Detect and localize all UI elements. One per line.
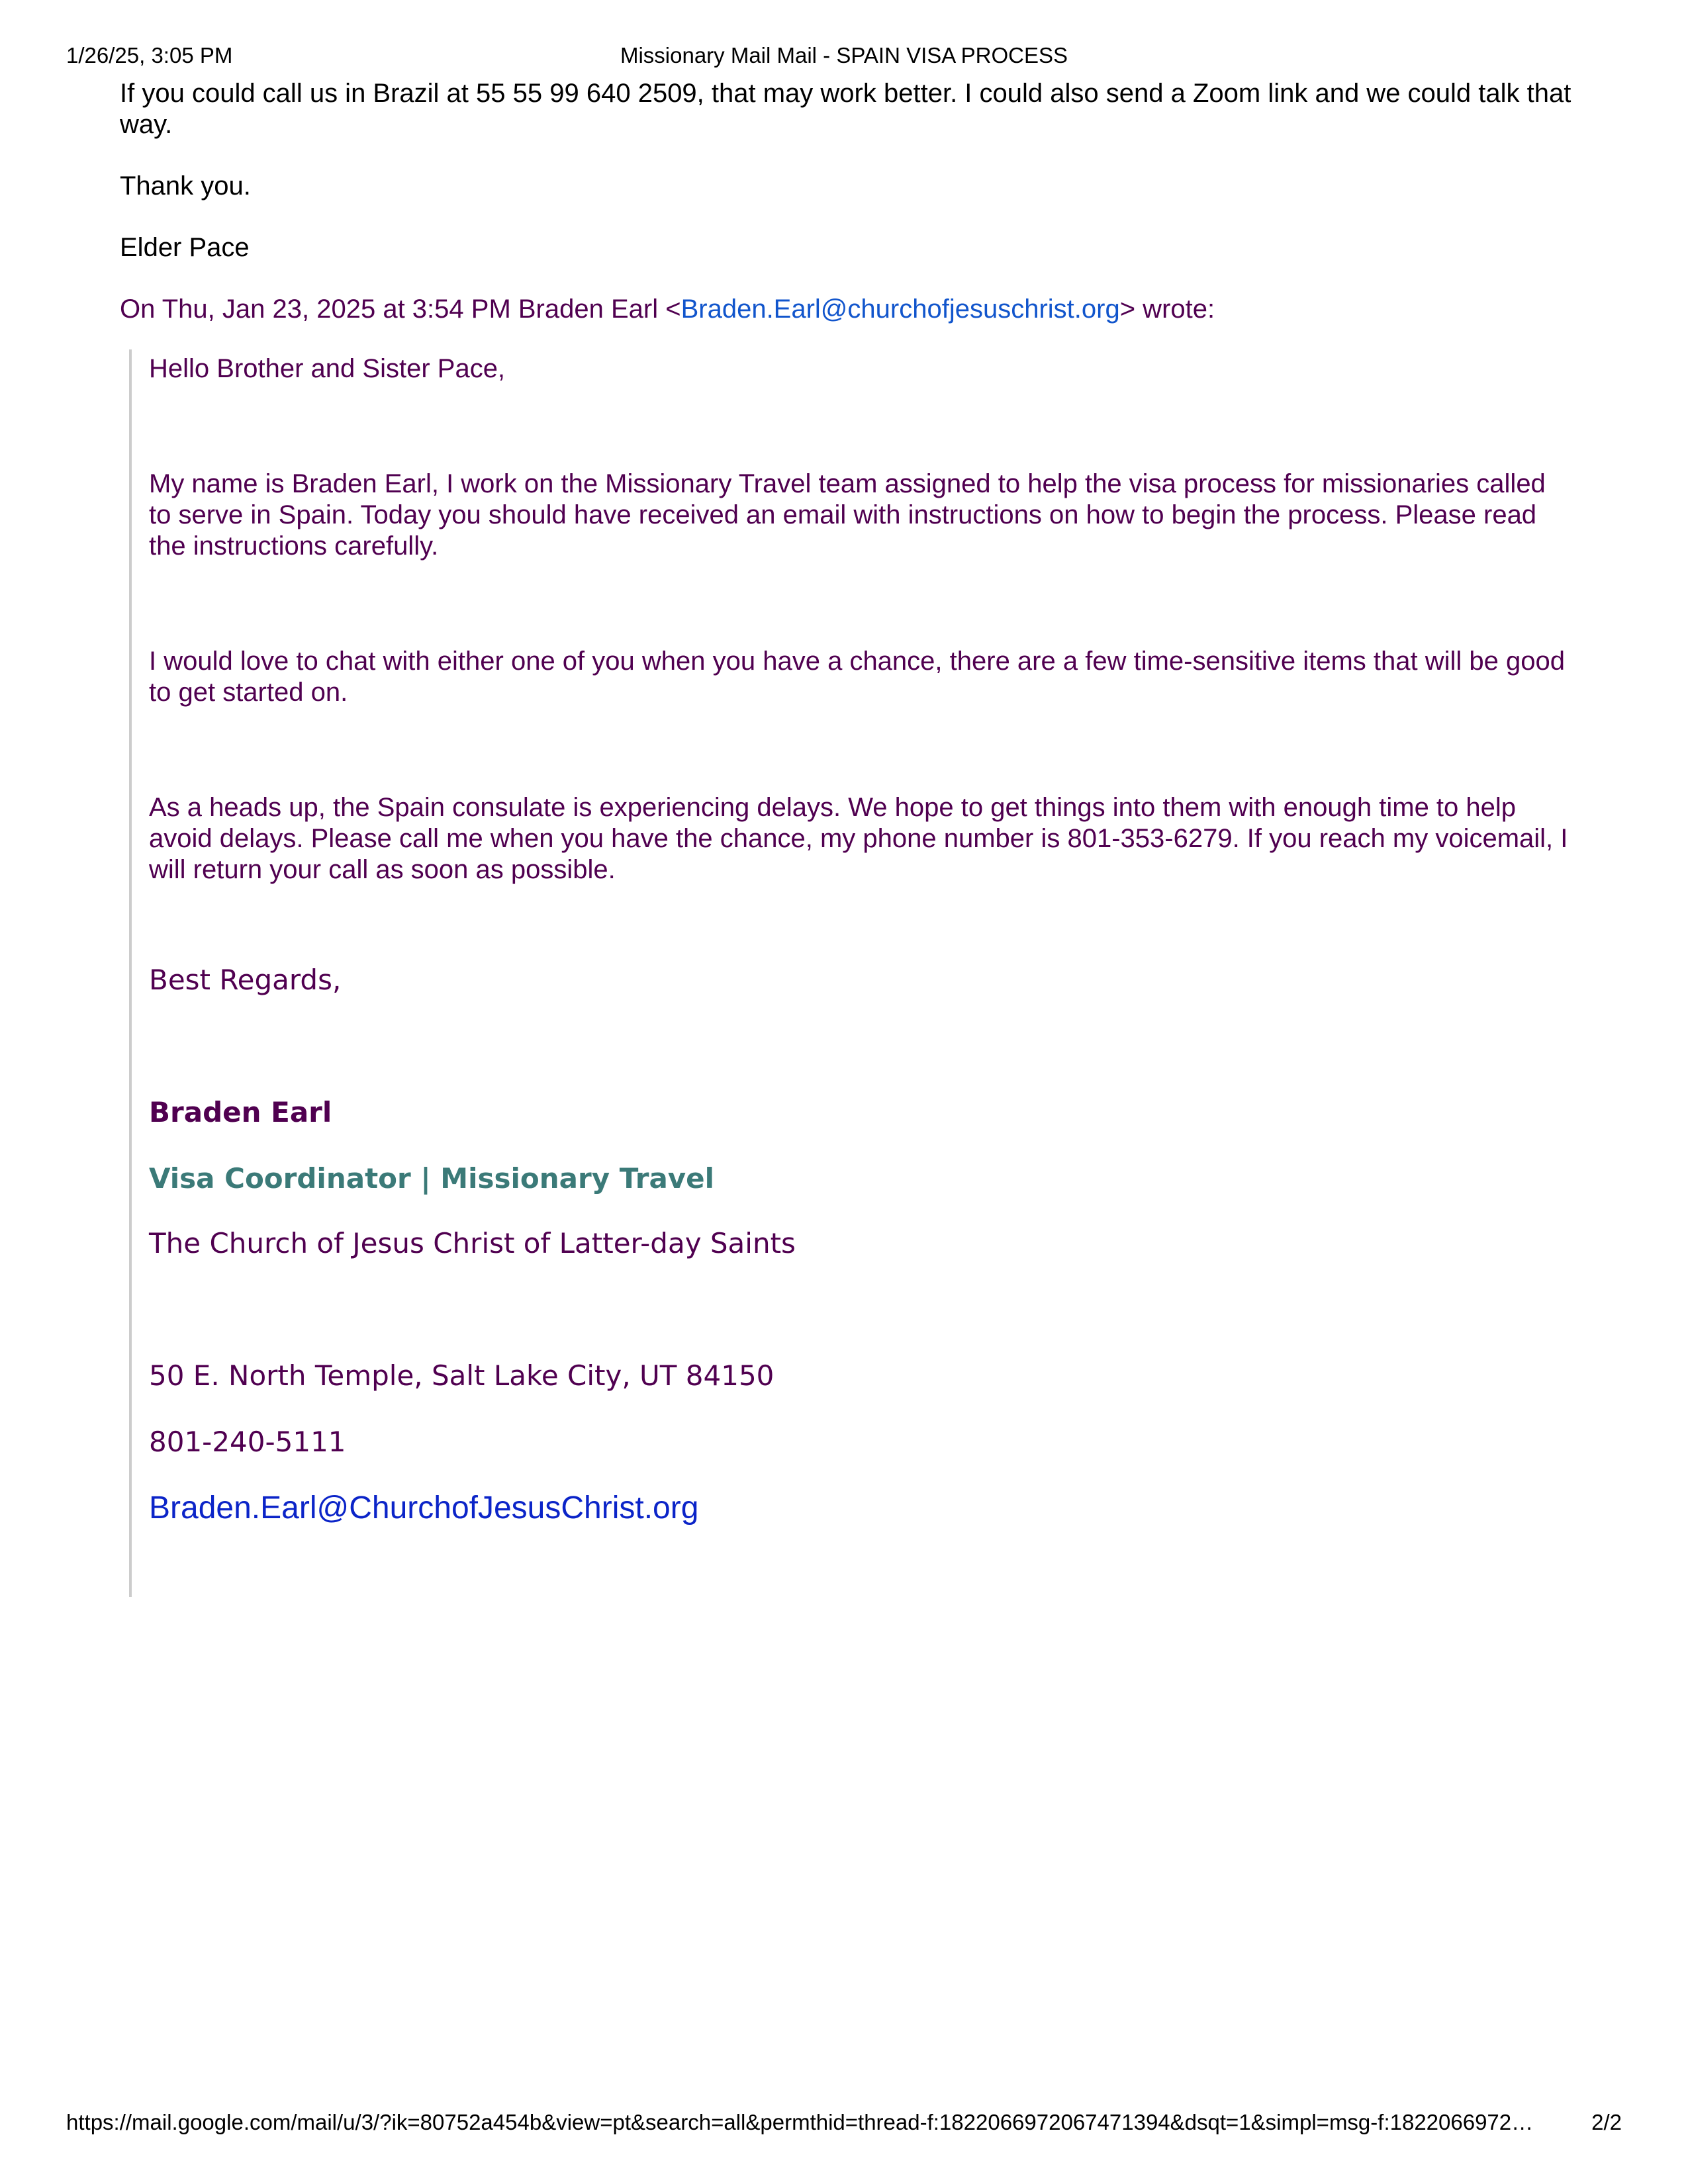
print-title: Missionary Mail Mail - SPAIN VISA PROCES… bbox=[620, 43, 1068, 68]
quoted-paragraph-intro: My name is Braden Earl, I work on the Mi… bbox=[149, 469, 1546, 561]
signature-role: Visa Coordinator | Missionary Travel bbox=[149, 1162, 715, 1195]
signature-address: 50 E. North Temple, Salt Lake City, UT 8… bbox=[149, 1359, 774, 1392]
signature-email-link[interactable]: Braden.Earl@ChurchofJesusChrist.org bbox=[149, 1490, 1605, 1526]
email-signature: Best Regards, Braden Earl Visa Coordinat… bbox=[149, 964, 1605, 1526]
quoted-paragraph-delays: As a heads up, the Spain consulate is ex… bbox=[149, 793, 1568, 884]
signature-name: Braden Earl bbox=[149, 1096, 332, 1128]
signature-regards: Best Regards, bbox=[149, 964, 342, 996]
reply-thanks: Thank you. bbox=[120, 171, 251, 201]
print-url: https://mail.google.com/mail/u/3/?ik=807… bbox=[66, 2110, 1534, 2134]
quote-sender-email-link[interactable]: Braden.Earl@churchofjesuschrist.org bbox=[681, 295, 1120, 324]
quoted-paragraph-chat: I would love to chat with either one of … bbox=[149, 647, 1565, 707]
reply-message: If you could call us in Brazil at 55 55 … bbox=[120, 78, 1576, 325]
page-number: 2/2 bbox=[1591, 2110, 1622, 2134]
print-footer: https://mail.google.com/mail/u/3/?ik=807… bbox=[66, 2108, 1622, 2137]
quote-attribution: On Thu, Jan 23, 2025 at 3:54 PM Braden E… bbox=[120, 294, 1576, 325]
quoted-message: Hello Brother and Sister Pace, My name i… bbox=[129, 349, 1605, 1597]
reply-paragraph: If you could call us in Brazil at 55 55 … bbox=[120, 79, 1571, 139]
quote-attribution-suffix: > wrote: bbox=[1119, 295, 1215, 324]
print-header: 1/26/25, 3:05 PM Missionary Mail Mail - … bbox=[66, 41, 1622, 70]
quote-attribution-prefix: On Thu, Jan 23, 2025 at 3:54 PM Braden E… bbox=[120, 295, 681, 324]
quoted-greeting: Hello Brother and Sister Pace, bbox=[149, 354, 506, 383]
reply-signature: Elder Pace bbox=[120, 233, 250, 262]
signature-phone: 801-240-5111 bbox=[149, 1426, 346, 1458]
signature-organization: The Church of Jesus Christ of Latter-day… bbox=[149, 1227, 796, 1259]
